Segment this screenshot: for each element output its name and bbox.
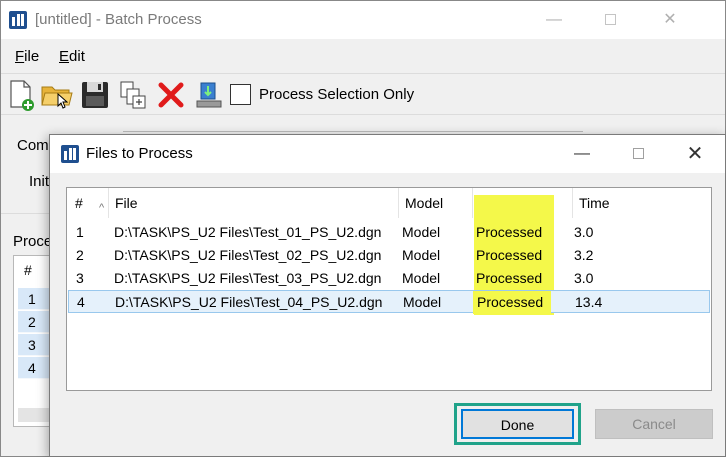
done-button[interactable]: Done xyxy=(461,409,574,439)
sort-ascending-icon: ^ xyxy=(99,202,105,214)
row-file: D:\TASK\PS_U2 Files\Test_01_PS_U2.dgn xyxy=(114,224,382,240)
row-model: Model xyxy=(403,294,442,310)
background-label-init: Init xyxy=(29,173,50,190)
maximize-icon xyxy=(604,14,616,26)
menu-edit-rest: dit xyxy=(69,48,85,65)
menu-file[interactable]: File xyxy=(15,48,39,65)
background-list-header: # xyxy=(24,262,32,278)
duplicate-button[interactable] xyxy=(117,79,149,111)
files-list-header: # ^ File Model Status Time xyxy=(67,188,711,218)
row-time: 3.0 xyxy=(574,270,594,286)
open-folder-button[interactable] xyxy=(41,79,73,111)
column-header-model[interactable]: Model xyxy=(399,188,473,218)
main-window-title: [untitled] - Batch Process xyxy=(35,11,202,28)
new-file-button[interactable] xyxy=(5,79,37,111)
row-model: Model xyxy=(402,270,441,286)
main-minimize-button[interactable]: — xyxy=(531,1,577,39)
row-status: Processed xyxy=(476,224,543,240)
table-row[interactable]: 3 D:\TASK\PS_U2 Files\Test_03_PS_U2.dgn … xyxy=(68,267,710,290)
process-selection-checkbox[interactable] xyxy=(230,84,251,105)
new-file-icon xyxy=(10,80,34,111)
save-icon xyxy=(82,82,108,108)
background-horizontal-scrollbar[interactable] xyxy=(18,408,50,422)
row-time: 13.4 xyxy=(575,294,603,310)
background-list-item[interactable]: 3 xyxy=(18,334,50,356)
table-row-selected[interactable]: 4 D:\TASK\PS_U2 Files\Test_04_PS_U2.dgn … xyxy=(68,290,710,314)
row-model: Model xyxy=(402,247,441,263)
background-label-com: Com xyxy=(17,137,49,154)
delete-icon xyxy=(158,82,184,108)
column-header-file[interactable]: File xyxy=(109,188,399,218)
row-file: D:\TASK\PS_U2 Files\Test_02_PS_U2.dgn xyxy=(114,247,382,263)
maximize-icon xyxy=(632,148,644,160)
row-status: Processed xyxy=(476,247,543,263)
app-logo-icon xyxy=(9,11,27,29)
duplicate-icon xyxy=(120,81,146,109)
row-model: Model xyxy=(402,224,441,240)
dialog-minimize-button[interactable]: — xyxy=(559,135,605,173)
row-num: 4 xyxy=(77,294,85,310)
process-icon xyxy=(196,82,222,108)
column-header-num[interactable]: # ^ xyxy=(69,188,109,218)
files-to-process-dialog: Files to Process — ✕ # ^ File Model Stat… xyxy=(49,134,726,457)
column-header-time[interactable]: Time xyxy=(573,188,711,218)
background-list-item[interactable]: 2 xyxy=(18,311,50,333)
main-close-button[interactable]: ✕ xyxy=(647,1,693,39)
menu-edit[interactable]: Edit xyxy=(59,48,85,65)
open-folder-icon xyxy=(41,86,73,109)
table-row[interactable]: 1 D:\TASK\PS_U2 Files\Test_01_PS_U2.dgn … xyxy=(68,221,710,244)
row-time: 3.2 xyxy=(574,247,594,263)
main-maximize-button[interactable] xyxy=(587,1,633,39)
background-label-process: Proce xyxy=(13,233,53,250)
menu-file-rest: ile xyxy=(24,48,40,65)
dialog-titlebar[interactable]: Files to Process — ✕ xyxy=(50,135,725,173)
dialog-maximize-button[interactable] xyxy=(615,135,661,173)
row-status: Processed xyxy=(473,291,551,314)
background-process-list[interactable]: # 1 2 3 4 xyxy=(13,255,53,427)
dialog-close-button[interactable]: ✕ xyxy=(672,135,718,173)
background-list-item[interactable]: 4 xyxy=(18,357,50,379)
menu-bar: File Edit xyxy=(1,41,725,71)
table-row[interactable]: 2 D:\TASK\PS_U2 Files\Test_02_PS_U2.dgn … xyxy=(68,244,710,267)
process-button[interactable] xyxy=(193,79,225,111)
column-header-num-label: # xyxy=(75,195,83,211)
menu-file-mnemonic: F xyxy=(15,48,25,65)
process-selection-label: Process Selection Only xyxy=(259,86,415,103)
row-num: 2 xyxy=(76,247,84,263)
row-num: 3 xyxy=(76,270,84,286)
toolbar: Process Selection Only xyxy=(1,73,725,115)
dialog-title: Files to Process xyxy=(86,145,193,162)
save-button[interactable] xyxy=(79,79,111,111)
row-status: Processed xyxy=(476,270,543,286)
menu-edit-mnemonic: E xyxy=(59,48,70,65)
background-list-item[interactable]: 1 xyxy=(18,288,50,310)
cancel-button[interactable]: Cancel xyxy=(595,409,713,439)
row-file: D:\TASK\PS_U2 Files\Test_04_PS_U2.dgn xyxy=(115,294,383,310)
row-file: D:\TASK\PS_U2 Files\Test_03_PS_U2.dgn xyxy=(114,270,382,286)
delete-button[interactable] xyxy=(155,79,187,111)
row-num: 1 xyxy=(76,224,84,240)
dialog-app-logo-icon xyxy=(61,145,79,163)
row-time: 3.0 xyxy=(574,224,594,240)
main-titlebar[interactable]: [untitled] - Batch Process — ✕ xyxy=(1,1,725,39)
